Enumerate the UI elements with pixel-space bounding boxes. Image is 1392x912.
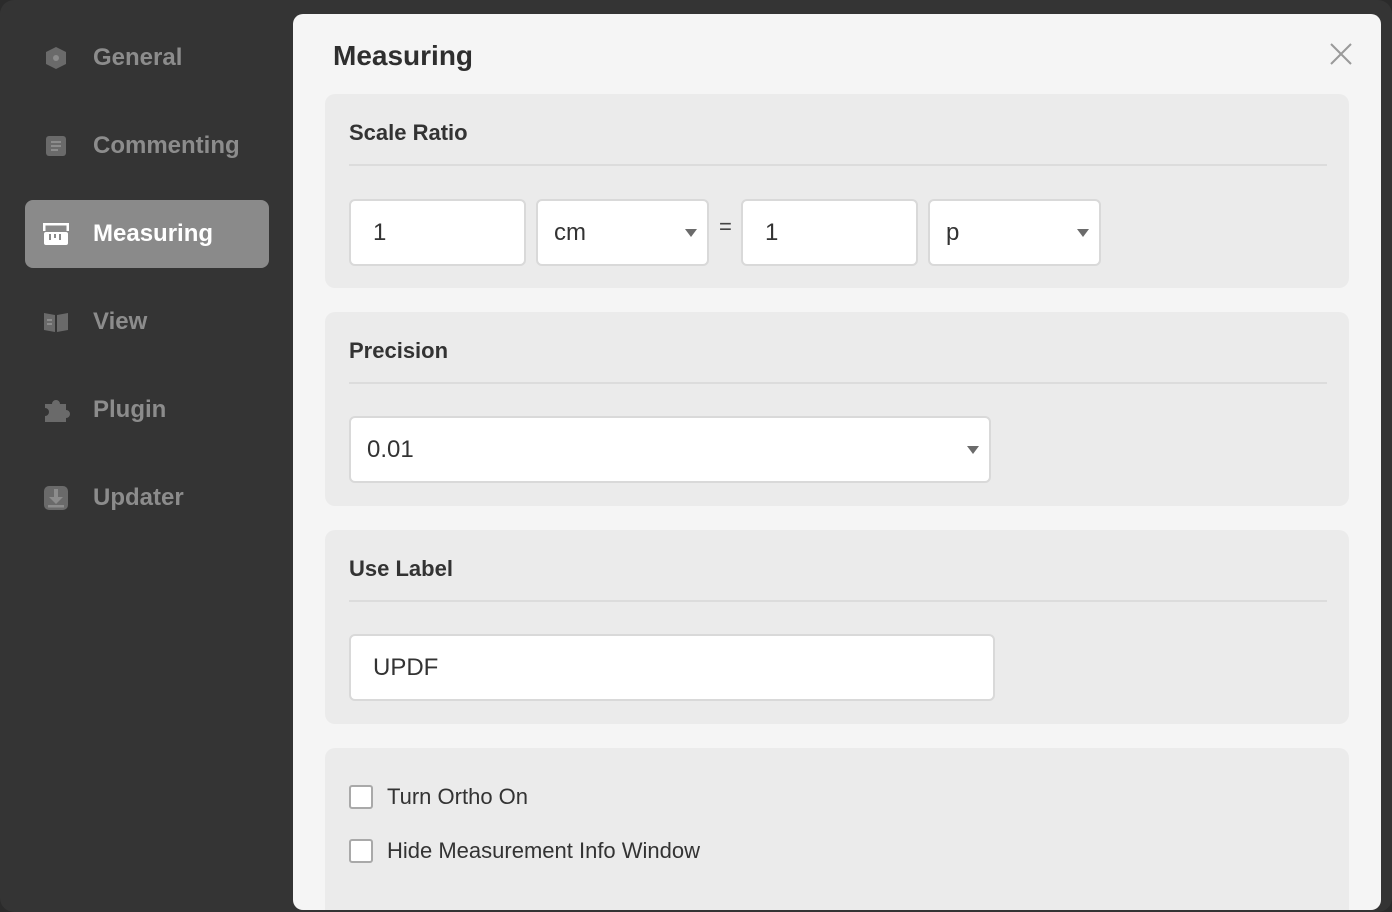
divider bbox=[349, 600, 1327, 602]
divider bbox=[349, 164, 1327, 166]
ortho-checkbox-row[interactable]: Turn Ortho On bbox=[349, 784, 528, 810]
puzzle-icon bbox=[42, 398, 70, 422]
section-title: Precision bbox=[349, 338, 449, 363]
chevron-down-icon bbox=[1077, 228, 1089, 237]
hide-info-checkbox-row[interactable]: Hide Measurement Info Window bbox=[349, 838, 700, 864]
book-icon bbox=[42, 310, 70, 334]
page-title: Measuring bbox=[333, 40, 474, 71]
scale-ratio-section: Scale Ratio 1 cm = 1 p bbox=[325, 94, 1349, 288]
chevron-down-icon bbox=[967, 445, 979, 454]
sidebar-item-label: View bbox=[93, 308, 148, 335]
sidebar-item-label: Commenting bbox=[93, 132, 240, 159]
scale-right-value-input[interactable]: 1 bbox=[741, 199, 918, 266]
label-text-input[interactable]: UPDF bbox=[349, 634, 995, 701]
sidebar: General Commenting Measuring View Plugin bbox=[0, 0, 293, 912]
input-value: UPDF bbox=[373, 653, 439, 681]
general-icon bbox=[42, 46, 70, 70]
settings-panel: Measuring Scale Ratio 1 cm = 1 p Precisi… bbox=[293, 14, 1381, 910]
scale-right-unit-select[interactable]: p bbox=[928, 199, 1101, 266]
precision-select[interactable]: 0.01 bbox=[349, 416, 991, 483]
chevron-down-icon bbox=[685, 228, 697, 237]
section-title: Scale Ratio bbox=[349, 120, 468, 145]
divider bbox=[349, 382, 1327, 384]
checkbox-label: Hide Measurement Info Window bbox=[387, 838, 701, 863]
ruler-icon bbox=[42, 222, 70, 246]
input-value: 1 bbox=[765, 218, 779, 246]
equals-sign: = bbox=[719, 214, 732, 239]
commenting-icon bbox=[42, 134, 70, 158]
precision-section: Precision 0.01 bbox=[325, 312, 1349, 506]
input-value: 1 bbox=[373, 218, 387, 246]
select-value: 0.01 bbox=[367, 435, 414, 463]
ortho-checkbox[interactable] bbox=[349, 785, 373, 809]
scale-left-value-input[interactable]: 1 bbox=[349, 199, 526, 266]
sidebar-item-general[interactable]: General bbox=[25, 24, 269, 92]
sidebar-item-label: General bbox=[93, 44, 183, 71]
scale-left-unit-select[interactable]: cm bbox=[536, 199, 709, 266]
sidebar-item-label: Plugin bbox=[93, 396, 167, 423]
section-title: Use Label bbox=[349, 556, 453, 581]
preferences-window: General Commenting Measuring View Plugin bbox=[0, 0, 1392, 912]
use-label-section: Use Label UPDF bbox=[325, 530, 1349, 724]
sidebar-item-label: Measuring bbox=[93, 220, 214, 247]
download-icon bbox=[42, 486, 70, 510]
hide-info-checkbox[interactable] bbox=[349, 839, 373, 863]
sidebar-item-view[interactable]: View bbox=[25, 288, 269, 356]
close-button[interactable] bbox=[1327, 40, 1355, 68]
select-value: cm bbox=[554, 218, 586, 246]
close-icon bbox=[1330, 43, 1352, 65]
select-value: p bbox=[946, 218, 960, 246]
checkbox-label: Turn Ortho On bbox=[387, 784, 529, 809]
sidebar-item-commenting[interactable]: Commenting bbox=[25, 112, 269, 180]
sidebar-item-measuring[interactable]: Measuring bbox=[25, 200, 269, 268]
sidebar-item-updater[interactable]: Updater bbox=[25, 464, 269, 532]
options-section: Turn Ortho On Hide Measurement Info Wind… bbox=[325, 748, 1349, 910]
sidebar-item-label: Updater bbox=[93, 484, 184, 511]
sidebar-item-plugin[interactable]: Plugin bbox=[25, 376, 269, 444]
